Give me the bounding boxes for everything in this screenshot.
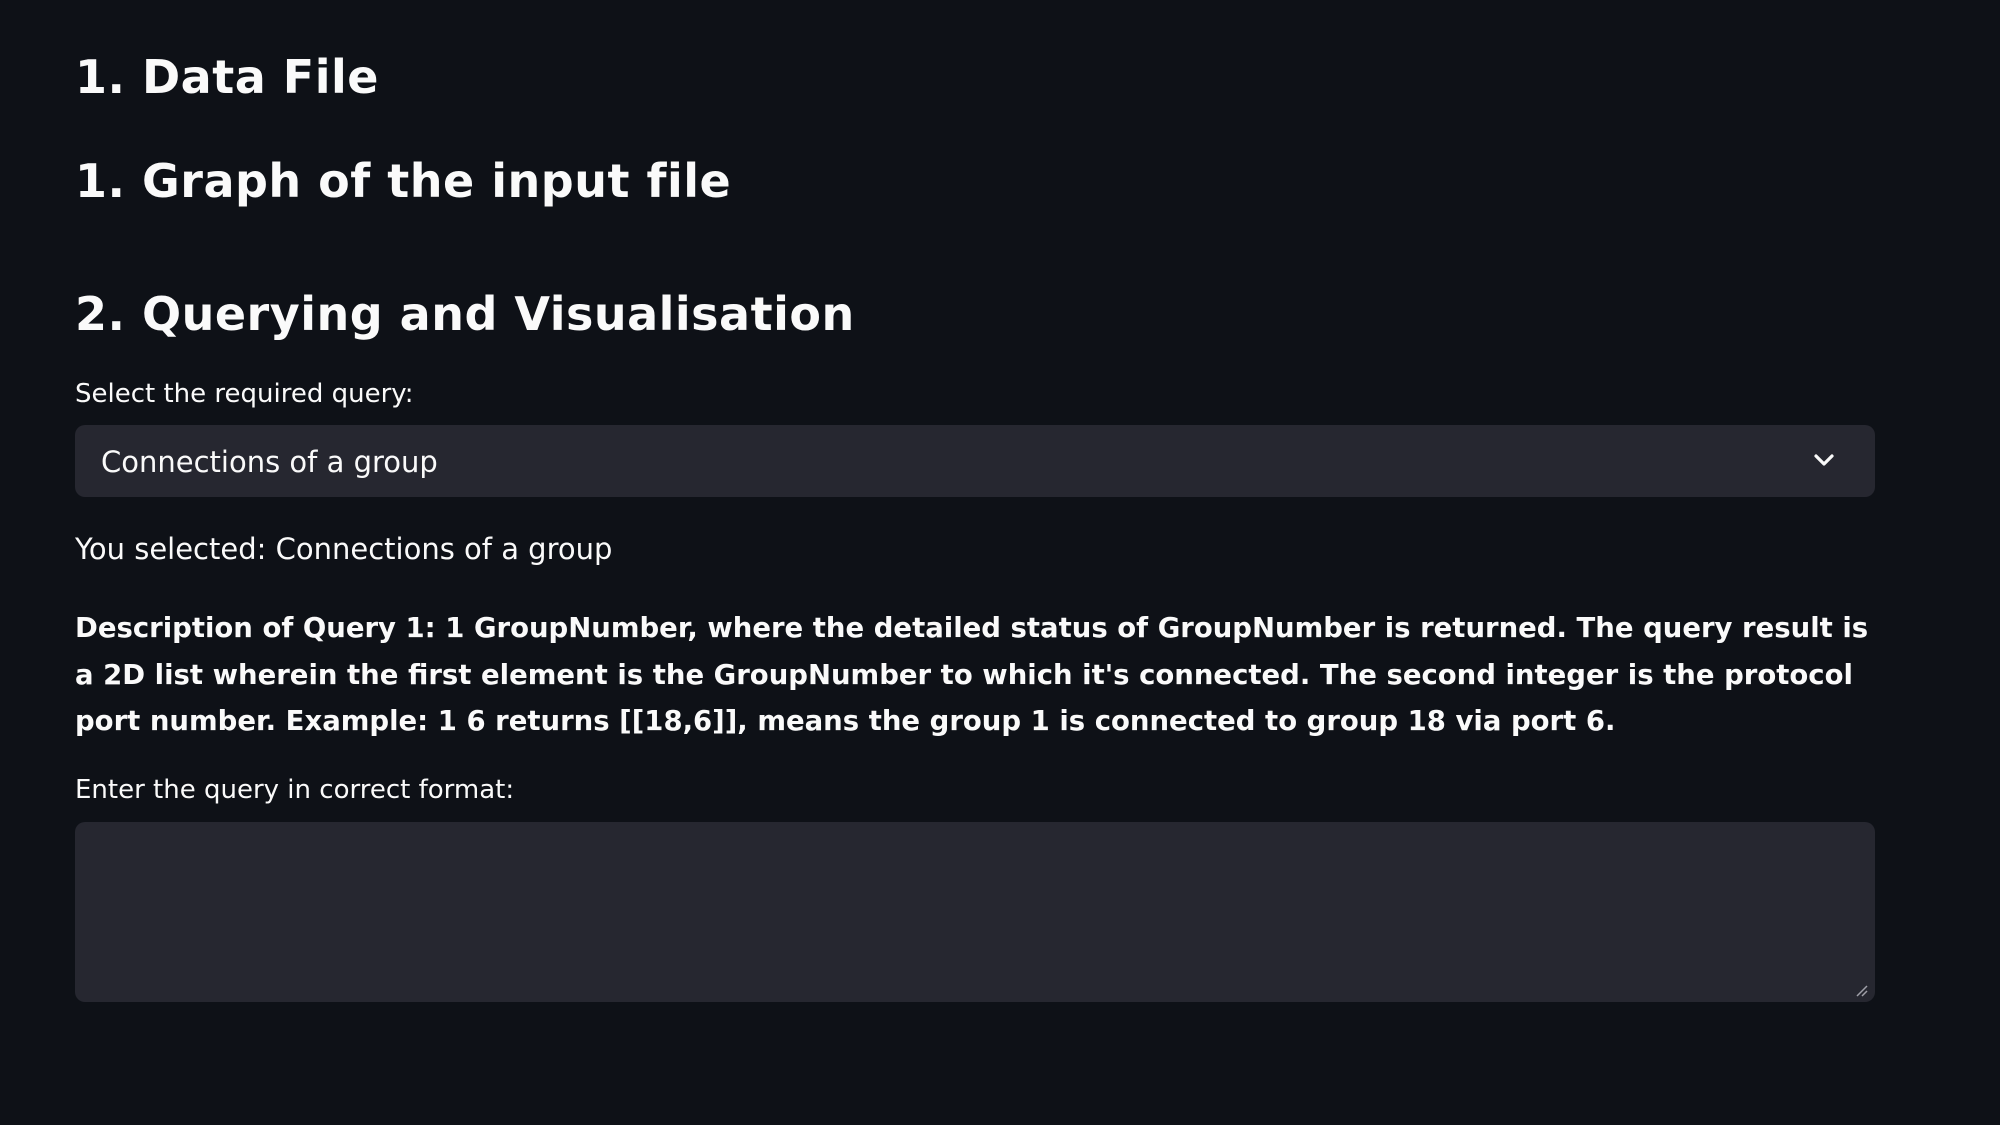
query-description: Description of Query 1: 1 GroupNumber, w… xyxy=(75,612,1869,737)
query-input-label: Enter the query in correct format: xyxy=(75,775,515,805)
heading-graph-input-file: 1. Graph of the input file xyxy=(75,154,732,208)
query-select-value: Connections of a group xyxy=(101,445,438,479)
query-select-dropdown[interactable]: Connections of a group xyxy=(75,425,1875,497)
query-input-container xyxy=(75,822,1875,1002)
heading-querying-visualisation: 2. Querying and Visualisation xyxy=(75,287,855,341)
heading-data-file: 1. Data File xyxy=(75,50,379,104)
resize-handle-icon[interactable] xyxy=(1853,982,1869,998)
selection-status-text: You selected: Connections of a group xyxy=(75,532,613,566)
query-select-label: Select the required query: xyxy=(75,379,414,409)
chevron-down-icon xyxy=(1814,454,1834,466)
query-input-textarea[interactable] xyxy=(75,822,1875,1002)
